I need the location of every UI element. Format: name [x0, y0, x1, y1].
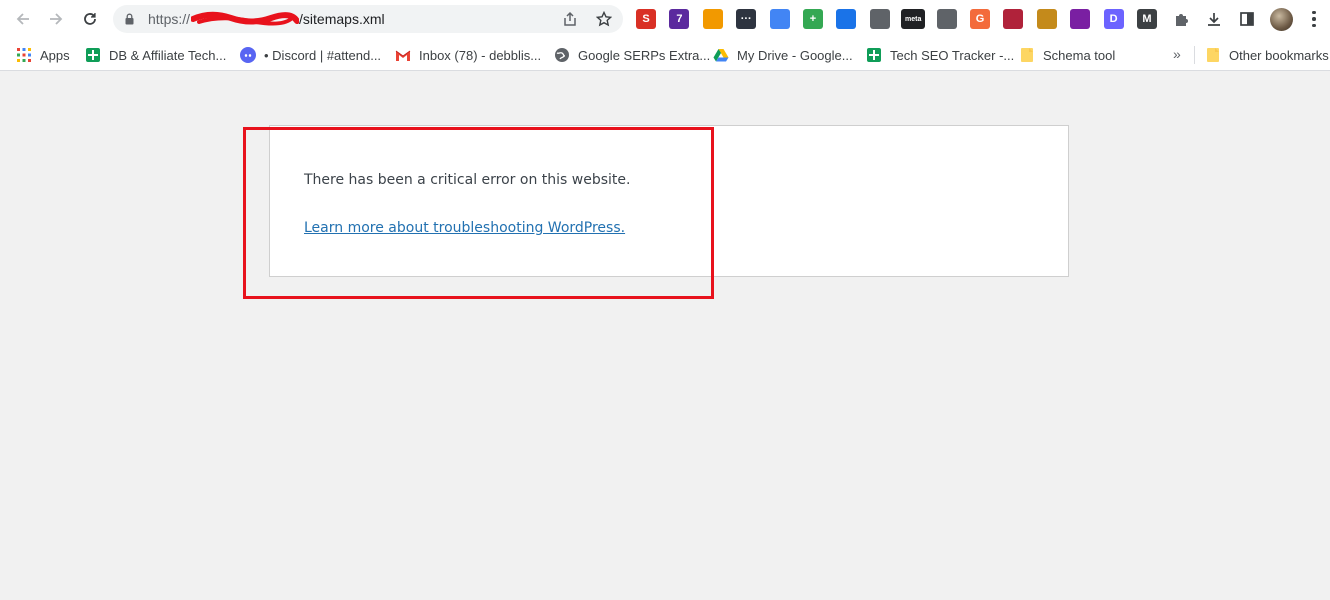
ladybug-extension-icon[interactable] — [1070, 9, 1091, 29]
back-arrow-icon[interactable] — [12, 8, 34, 30]
gmail-icon — [395, 47, 411, 63]
bookmark-label: Schema tool — [1043, 47, 1116, 63]
flower-extension-icon[interactable] — [1003, 9, 1024, 29]
forward-arrow-icon[interactable] — [45, 8, 67, 30]
bookmark-label: • Discord | #attend... — [264, 47, 382, 63]
side-panel-icon[interactable] — [1236, 8, 1258, 30]
browser-menu-icon[interactable] — [1308, 8, 1320, 30]
red-highlight-box — [243, 127, 714, 299]
bookmark-inbox[interactable]: Inbox (78) - debblis... — [395, 45, 541, 65]
bookmark-label: Tech SEO Tracker -... — [890, 47, 1015, 63]
share-icon[interactable] — [561, 10, 579, 28]
bookmark-label: Inbox (78) - debblis... — [419, 47, 542, 63]
magnifier-extension-icon[interactable] — [1036, 9, 1057, 29]
address-bar[interactable]: https:// /sitemaps.xml — [113, 5, 623, 33]
seo-extension-icon[interactable]: S — [636, 9, 656, 29]
bookmarks-overflow-chevron[interactable]: » — [1173, 46, 1181, 62]
apps-grid-icon — [16, 47, 32, 63]
orange-extension-icon[interactable] — [702, 9, 723, 29]
browser-toolbar: https:// /sitemaps.xml S 7 ··· + meta G D M — [0, 0, 1330, 38]
bookmark-schema-tool[interactable]: Schema tool — [1019, 45, 1115, 65]
plus-extension-icon[interactable]: + — [803, 9, 823, 29]
bookmarks-separator — [1194, 46, 1195, 64]
bookmark-label: Apps — [40, 47, 70, 63]
meta-extension-icon[interactable]: meta — [901, 9, 926, 29]
sheets-icon — [866, 47, 882, 63]
download-icon[interactable] — [1203, 8, 1225, 30]
drive-icon — [713, 47, 729, 63]
bookmark-google-serps[interactable]: Google SERPs Extra... — [554, 45, 710, 65]
bookmark-label: My Drive - Google... — [737, 47, 853, 63]
link-extension-icon[interactable] — [869, 9, 890, 29]
bookmark-label: Google SERPs Extra... — [578, 47, 711, 63]
folder-icon — [1019, 47, 1035, 63]
bookmark-discord[interactable]: • Discord | #attend... — [240, 45, 381, 65]
bookmark-my-drive[interactable]: My Drive - Google... — [713, 45, 853, 65]
bookmark-db-affiliate[interactable]: DB & Affiliate Tech... — [85, 45, 226, 65]
m-extension-icon[interactable]: M — [1137, 9, 1157, 29]
purple-extension-icon[interactable]: 7 — [669, 9, 690, 29]
discord-icon — [240, 47, 256, 63]
g-extension-icon[interactable]: G — [970, 9, 990, 29]
lock-icon[interactable] — [125, 13, 134, 25]
url-scheme: https:// — [148, 11, 191, 27]
puzzle-icon[interactable] — [1170, 8, 1192, 30]
bookmark-apps[interactable]: Apps — [16, 45, 70, 65]
bookmark-label: Other bookmarks — [1229, 47, 1329, 63]
gear-extension-icon[interactable] — [936, 9, 957, 29]
d-extension-icon[interactable]: D — [1103, 9, 1124, 29]
folder-icon — [1205, 47, 1221, 63]
url-path: /sitemaps.xml — [299, 11, 385, 27]
blue-extension-icon[interactable] — [769, 9, 790, 29]
profile-avatar[interactable] — [1270, 8, 1293, 31]
dots-extension-icon[interactable]: ··· — [736, 9, 757, 29]
bookmarks-bar: Apps DB & Affiliate Tech... • Discord | … — [0, 38, 1330, 71]
star-icon[interactable] — [595, 10, 613, 28]
bookmark-tech-seo-tracker[interactable]: Tech SEO Tracker -... — [866, 45, 1014, 65]
bookmark-other-bookmarks[interactable]: Other bookmarks — [1205, 45, 1329, 65]
reload-icon[interactable] — [79, 8, 101, 30]
bookmark-label: DB & Affiliate Tech... — [109, 47, 227, 63]
record-extension-icon[interactable] — [836, 9, 857, 29]
sheets-icon — [85, 47, 101, 63]
redaction-scribble — [191, 11, 299, 26]
globe-icon — [554, 47, 570, 63]
